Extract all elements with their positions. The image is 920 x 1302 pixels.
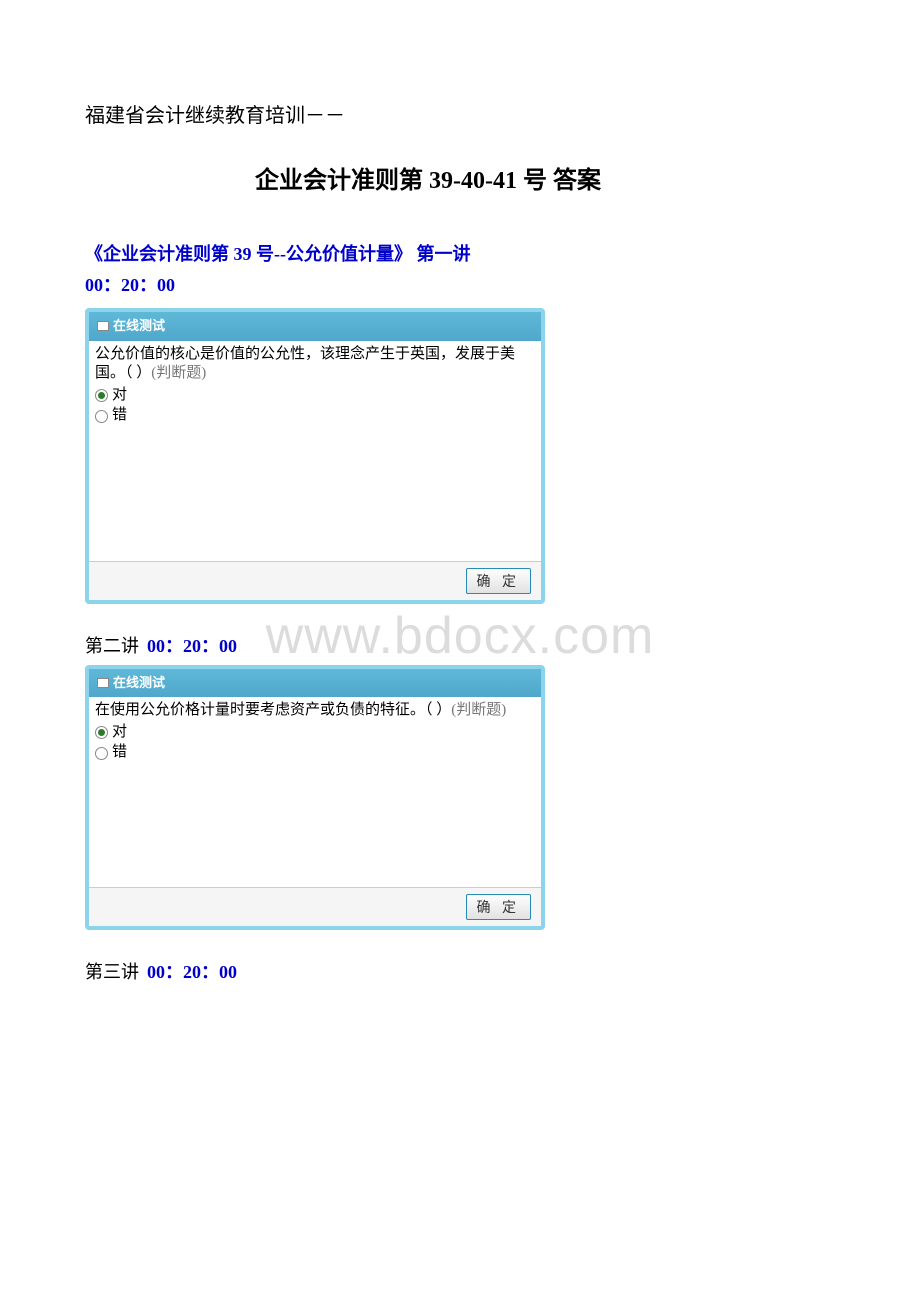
section-3-time: 00：20：00 [147, 958, 237, 987]
quiz-header-text: 在线测试 [113, 316, 165, 337]
quiz-box-1: 在线测试 公允价值的核心是价值的公允性，该理念产生于英国，发展于美国。（ ）(判… [85, 308, 545, 604]
quiz-box-2: 在线测试 在使用公允价格计量时要考虑资产或负债的特征。（ ）(判断题) 对 错 … [85, 665, 545, 931]
radio-option-true-1[interactable]: 对 [95, 386, 535, 406]
radio-button-icon [95, 726, 108, 739]
question-content: 在使用公允价格计量时要考虑资产或负债的特征。（ ） [95, 702, 451, 718]
confirm-button-1[interactable]: 确 定 [466, 568, 532, 594]
radio-label-true: 对 [112, 723, 127, 743]
radio-button-icon [95, 410, 108, 423]
radio-label-true: 对 [112, 386, 127, 406]
quiz-header-2: 在线测试 [89, 669, 541, 698]
section-1-label: 《企业会计准则第 39 号--公允价值计量》 第一讲 [85, 240, 835, 269]
quiz-header-1: 在线测试 [89, 312, 541, 341]
question-text-1: 公允价值的核心是价值的公允性，该理念产生于英国，发展于美国。（ ）(判断题) [95, 345, 535, 384]
section-2-prefix: 第二讲 [85, 632, 139, 661]
question-text-2: 在使用公允价格计量时要考虑资产或负债的特征。（ ）(判断题) [95, 701, 535, 721]
radio-label-false: 错 [112, 406, 127, 426]
quiz-body-2: 在使用公允价格计量时要考虑资产或负债的特征。（ ）(判断题) 对 错 [89, 697, 541, 887]
section-3-prefix: 第三讲 [85, 958, 139, 987]
radio-button-icon [95, 747, 108, 760]
radio-label-false: 错 [112, 743, 127, 763]
quiz-header-text: 在线测试 [113, 673, 165, 694]
quiz-header-icon [97, 321, 109, 331]
quiz-header-icon [97, 678, 109, 688]
question-type: (判断题) [151, 365, 206, 381]
confirm-button-2[interactable]: 确 定 [466, 894, 532, 920]
section-1-time: 00：20：00 [85, 271, 835, 300]
radio-option-true-2[interactable]: 对 [95, 723, 535, 743]
question-type: (判断题) [451, 702, 506, 718]
quiz-footer-2: 确 定 [89, 887, 541, 926]
radio-option-false-1[interactable]: 错 [95, 406, 535, 426]
radio-button-icon [95, 389, 108, 402]
main-title: 企业会计准则第 39-40-41 号 答案 [85, 162, 835, 200]
quiz-body-1: 公允价值的核心是价值的公允性，该理念产生于英国，发展于美国。（ ）(判断题) 对… [89, 341, 541, 561]
quiz-footer-1: 确 定 [89, 561, 541, 600]
intro-text: 福建省会计继续教育培训－－ [85, 100, 835, 132]
radio-option-false-2[interactable]: 错 [95, 743, 535, 763]
section-2-time: 00：20：00 [147, 632, 237, 661]
